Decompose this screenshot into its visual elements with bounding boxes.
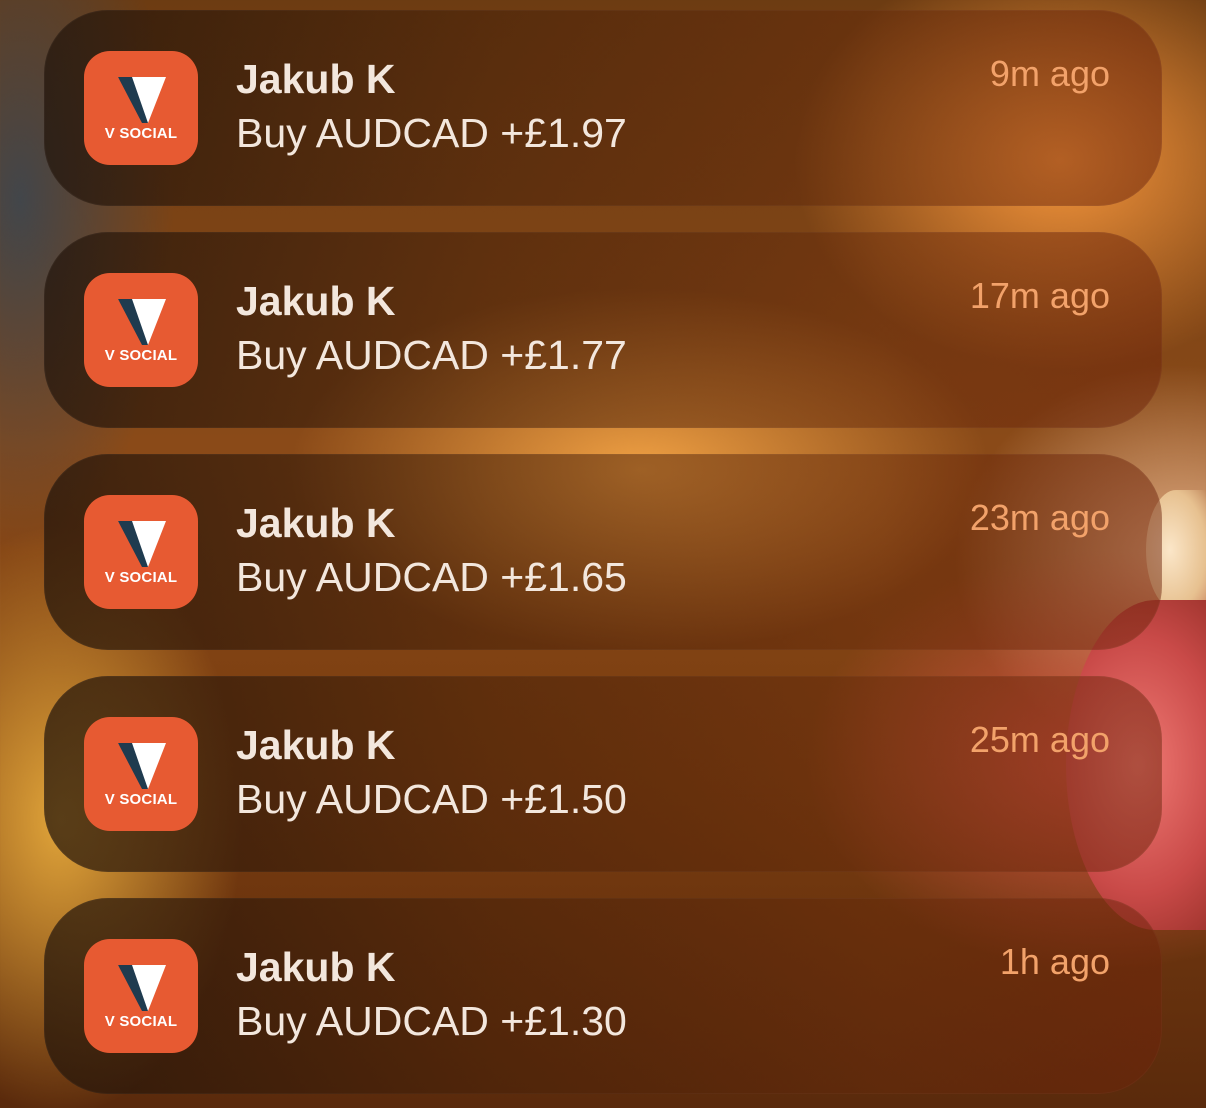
sender-name: Jakub K [236,500,396,546]
notification-time: 17m ago [969,275,1110,316]
notification-time: 25m ago [969,719,1110,760]
sender-name: Jakub K [236,278,396,324]
sender-name: Jakub K [236,56,396,102]
notification-time: 1h ago [999,941,1110,982]
app-label: V SOCIAL [104,569,178,586]
notification-message: Buy AUDCAD +£1.30 [236,998,627,1044]
notification-message: Buy AUDCAD +£1.97 [236,110,627,156]
notification-time: 9m ago [989,53,1110,94]
notification-card[interactable]: V SOCIAL Jakub K Buy AUDCAD +£1.97 9m ag… [44,10,1162,206]
notification-card[interactable]: V SOCIAL Jakub K Buy AUDCAD +£1.77 17m a… [44,232,1162,428]
sender-name: Jakub K [236,944,396,990]
v-social-logo-icon [118,521,166,567]
app-label: V SOCIAL [104,1013,178,1030]
v-social-app-icon: V SOCIAL [84,51,198,165]
app-label: V SOCIAL [104,791,178,808]
v-social-logo-icon [118,299,166,345]
sender-name: Jakub K [236,722,396,768]
notification-stack: V SOCIAL Jakub K Buy AUDCAD +£1.97 9m ag… [44,10,1162,1108]
app-label: V SOCIAL [104,347,178,364]
v-social-app-icon: V SOCIAL [84,495,198,609]
v-social-app-icon: V SOCIAL [84,273,198,387]
notification-message: Buy AUDCAD +£1.65 [236,554,627,600]
notification-message: Buy AUDCAD +£1.50 [236,776,627,822]
notification-card[interactable]: V SOCIAL Jakub K Buy AUDCAD +£1.50 25m a… [44,676,1162,872]
v-social-logo-icon [118,743,166,789]
v-social-app-icon: V SOCIAL [84,939,198,1053]
v-social-logo-icon [118,77,166,123]
notification-card[interactable]: V SOCIAL Jakub K Buy AUDCAD +£1.65 23m a… [44,454,1162,650]
v-social-logo-icon [118,965,166,1011]
notification-card[interactable]: V SOCIAL Jakub K Buy AUDCAD +£1.30 1h ag… [44,898,1162,1094]
v-social-app-icon: V SOCIAL [84,717,198,831]
notification-time: 23m ago [969,497,1110,538]
app-label: V SOCIAL [104,125,178,142]
notification-message: Buy AUDCAD +£1.77 [236,332,627,378]
